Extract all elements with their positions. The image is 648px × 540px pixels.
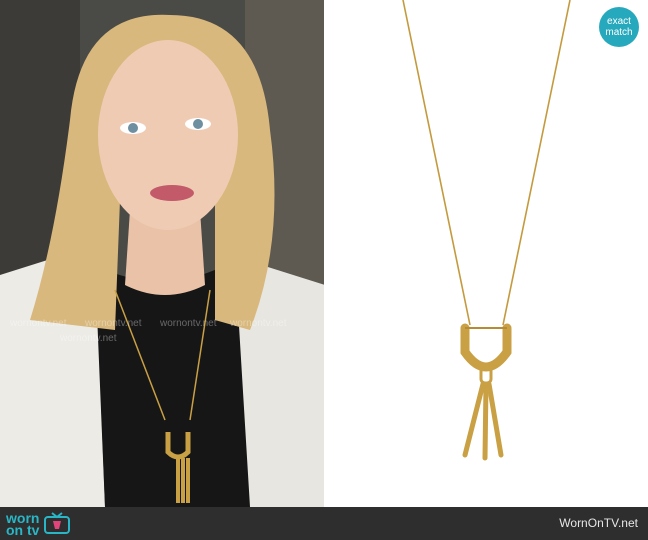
badge-line1: exact (607, 16, 631, 27)
watermark-text: wornontv.net (10, 318, 67, 329)
tv-icon (44, 512, 71, 534)
brand-bottom: on tv (6, 522, 40, 538)
exact-match-badge: exact match (599, 7, 639, 47)
site-label: WornOnTV.net (559, 516, 638, 530)
footer-bar: worn on tv WornOnTV.net (0, 507, 648, 540)
watermark-text: wornontv.net (85, 318, 142, 329)
watermark-text: wornontv.net (60, 333, 117, 344)
actress-illustration (0, 0, 325, 507)
watermark-text: wornontv.net (230, 318, 287, 329)
actress-photo: wornontv.net wornontv.net wornontv.net w… (0, 0, 325, 507)
watermark-text: wornontv.net (160, 318, 217, 329)
product-panel (325, 0, 648, 507)
brand-wordmark: worn on tv (6, 511, 40, 538)
badge-line2: match (605, 27, 633, 38)
brand-logo[interactable]: worn on tv (6, 511, 71, 537)
necklace-product-image (402, 0, 571, 461)
